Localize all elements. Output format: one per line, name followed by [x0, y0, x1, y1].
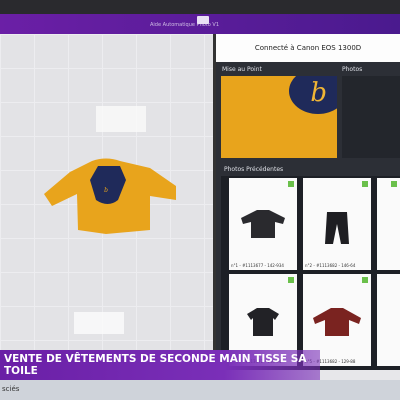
subtitle-bar: sciés: [0, 380, 400, 400]
brand-logo: b: [310, 78, 327, 108]
photo-thumbnail[interactable]: n°2 - #1113682 - 146-64: [303, 178, 371, 270]
photo-capture-area: b: [0, 34, 213, 370]
photos-label: Photos: [342, 66, 363, 73]
photo-thumbnail[interactable]: [377, 274, 400, 366]
window-titlebar: Aide Automatique Photo V1: [0, 14, 400, 34]
focus-preview: b: [221, 76, 337, 158]
monitor-bezel: [0, 0, 400, 14]
previous-photos-label: Photos Précédentes: [224, 166, 284, 173]
photo-thumbnail[interactable]: n°1 - #1113677 - 142-934: [229, 178, 297, 270]
trousers-icon: [325, 212, 349, 244]
camera-status: Connecté à Canon EOS 1300D: [216, 34, 400, 62]
window-title: Aide Automatique Photo V1: [150, 22, 220, 28]
check-icon: [391, 181, 397, 187]
garment-orange-top: b: [44, 158, 176, 234]
focus-label: Mise au Point: [222, 66, 262, 73]
previous-photos-grid: n°1 - #1113677 - 142-934 n°2 - #1113682 …: [221, 176, 400, 370]
long-sleeve-top-icon: [241, 210, 285, 238]
svg-text:b: b: [104, 187, 108, 194]
news-banner: VENTE DE VÊTEMENTS DE SECONDE MAIN TISSE…: [0, 350, 320, 380]
tshirt-icon: [247, 308, 279, 336]
thumbnail-caption: n°1 - #1113677 - 142-934: [231, 263, 284, 268]
long-sleeve-top-icon: [313, 308, 361, 336]
photos-preview: [342, 76, 400, 158]
photo-thumbnail[interactable]: [377, 178, 400, 270]
thumbnail-caption: n°2 - #1113682 - 146-64: [305, 263, 356, 268]
subtitle-text: sciés: [2, 385, 20, 393]
